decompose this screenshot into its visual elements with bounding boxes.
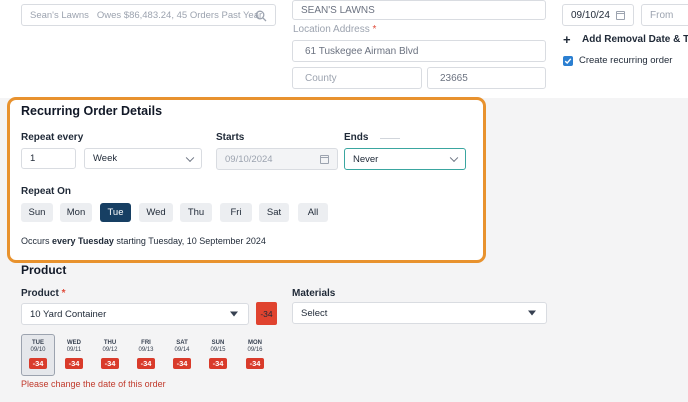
site-name-field[interactable]: SEAN'S LAWNS xyxy=(292,0,546,20)
address-field[interactable]: 61 Tuskegee Airman Blvd xyxy=(292,40,546,62)
day-sun-button[interactable]: Sun xyxy=(21,203,53,222)
availability-badge: -34 xyxy=(245,358,265,369)
day-thu-button[interactable]: Thu xyxy=(180,203,212,222)
order-date-value: 09/10/24 xyxy=(571,9,610,21)
date-cell-sat[interactable]: SAT 09/14 -34 xyxy=(167,340,197,371)
availability-badge: -34 xyxy=(64,358,84,369)
day-all-button[interactable]: All xyxy=(298,203,328,222)
zip-value: 23665 xyxy=(440,72,468,84)
check-icon xyxy=(564,57,572,64)
availability-badge: -34 xyxy=(172,358,192,369)
caret-down-icon xyxy=(528,310,536,316)
search-icon[interactable] xyxy=(255,10,267,22)
date-error-message: Please change the date of this order xyxy=(21,379,166,389)
repeat-every-value: 1 xyxy=(30,153,36,164)
site-name-value: SEAN'S LAWNS xyxy=(301,4,375,16)
materials-label: Materials xyxy=(292,288,336,299)
add-removal-button[interactable]: + Add Removal Date & T xyxy=(563,31,688,47)
recurrence-summary: Occurs every Tuesday starting Tuesday, 1… xyxy=(21,236,266,246)
date-cell-wed[interactable]: WED 09/11 -34 xyxy=(59,340,89,371)
availability-badge: -34 xyxy=(28,358,48,369)
product-label: Product * xyxy=(21,288,66,299)
from-placeholder: From xyxy=(650,9,674,21)
ends-label-underline xyxy=(380,138,400,139)
ends-select[interactable]: Never xyxy=(344,148,466,170)
ends-label: Ends xyxy=(344,132,369,143)
summary-suffix: starting Tuesday, 10 September 2024 xyxy=(116,236,266,246)
availability-badge: -34 xyxy=(100,358,120,369)
add-removal-label: Add Removal Date & T xyxy=(582,33,688,45)
location-address-label: Location Address * xyxy=(293,24,377,35)
date-cell-thu[interactable]: THU 09/12 -34 xyxy=(95,340,125,371)
starts-date-value: 09/10/2024 xyxy=(225,153,273,165)
day-wed-button[interactable]: Wed xyxy=(139,203,173,222)
day-mon-button[interactable]: Mon xyxy=(60,203,92,222)
day-tue-button[interactable]: Tue xyxy=(100,203,131,222)
materials-value: Select xyxy=(301,307,328,319)
product-value: 10 Yard Container xyxy=(30,308,107,320)
date-cell-fri[interactable]: FRI 09/13 -34 xyxy=(131,340,161,371)
summary-bold: every Tuesday xyxy=(52,236,114,246)
customer-search-value: Sean's Lawns xyxy=(30,9,89,21)
address-value: 61 Tuskegee Airman Blvd xyxy=(305,45,419,57)
day-fri-button[interactable]: Fri xyxy=(220,203,252,222)
chevron-down-icon xyxy=(449,153,459,163)
materials-select[interactable]: Select xyxy=(292,302,547,324)
ends-value: Never xyxy=(353,153,379,165)
repeat-unit-value: Week xyxy=(93,153,118,164)
repeat-unit-select[interactable]: Week xyxy=(84,148,202,169)
calendar-icon[interactable] xyxy=(320,155,329,164)
customer-search-input[interactable]: Sean's Lawns Owes $86,483.24, 45 Orders … xyxy=(21,4,276,26)
product-title: Product xyxy=(21,263,67,277)
product-select[interactable]: 10 Yard Container xyxy=(21,303,249,325)
summary-prefix: Occurs xyxy=(21,236,50,246)
recurring-title: Recurring Order Details xyxy=(21,104,163,118)
starts-date-field[interactable]: 09/10/2024 xyxy=(216,148,338,170)
day-sat-button[interactable]: Sat xyxy=(259,203,289,222)
date-cell-mon[interactable]: MON 09/16 -34 xyxy=(240,340,270,371)
date-cell-sun[interactable]: SUN 09/15 -34 xyxy=(203,340,233,371)
date-cell-tue[interactable]: TUE 09/10 -34 xyxy=(23,340,53,371)
county-field[interactable]: County xyxy=(292,67,422,89)
availability-badge: -34 xyxy=(136,358,156,369)
create-recurring-checkbox[interactable] xyxy=(563,55,573,66)
stock-badge: -34 xyxy=(256,302,277,325)
chevron-down-icon xyxy=(185,153,195,162)
customer-summary: Owes $86,483.24, 45 Orders Past Year xyxy=(96,9,263,21)
repeat-on-label: Repeat On xyxy=(21,186,72,197)
repeat-every-input[interactable]: 1 xyxy=(21,148,76,169)
create-recurring-checkbox-row[interactable]: Create recurring order xyxy=(563,54,672,67)
caret-down-icon xyxy=(230,311,238,317)
zip-field[interactable]: 23665 xyxy=(427,67,546,89)
county-placeholder: County xyxy=(305,72,337,84)
starts-label: Starts xyxy=(216,132,245,143)
plus-icon: + xyxy=(563,31,571,47)
order-date-field[interactable]: 09/10/24 xyxy=(562,4,634,26)
from-time-field[interactable]: From xyxy=(641,4,688,26)
create-recurring-label: Create recurring order xyxy=(579,55,673,66)
calendar-icon[interactable] xyxy=(616,11,625,20)
repeat-every-label: Repeat every xyxy=(21,132,84,143)
availability-badge: -34 xyxy=(208,358,228,369)
